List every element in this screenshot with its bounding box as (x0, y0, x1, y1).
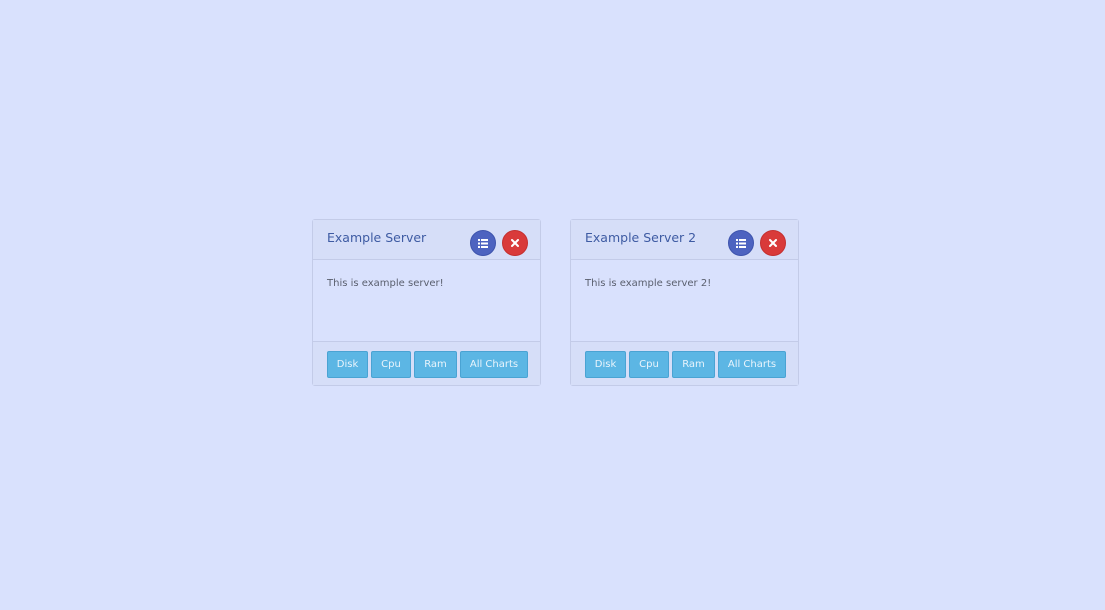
server-description: This is example server 2! (585, 278, 712, 289)
cpu-button[interactable]: Cpu (371, 351, 411, 378)
close-button[interactable] (760, 230, 786, 256)
list-button[interactable] (470, 230, 496, 256)
server-card-footer: Disk Cpu Ram All Charts (313, 341, 540, 385)
ram-button[interactable]: Ram (414, 351, 457, 378)
server-card-header: Example Server 2 (571, 220, 798, 260)
all-charts-button[interactable]: All Charts (460, 351, 528, 378)
server-title: Example Server 2 (585, 230, 697, 245)
cpu-button[interactable]: Cpu (629, 351, 669, 378)
disk-button[interactable]: Disk (585, 351, 626, 378)
list-icon (736, 238, 746, 248)
server-card-body: This is example server 2! (571, 260, 798, 341)
list-icon (478, 238, 488, 248)
server-card: Example Server This is example server! D… (312, 219, 541, 386)
ram-button[interactable]: Ram (672, 351, 715, 378)
server-card-body: This is example server! (313, 260, 540, 341)
close-button[interactable] (502, 230, 528, 256)
server-description: This is example server! (327, 278, 444, 289)
server-card: Example Server 2 This is example server … (570, 219, 799, 386)
disk-button[interactable]: Disk (327, 351, 368, 378)
list-button[interactable] (728, 230, 754, 256)
server-title: Example Server (327, 230, 427, 245)
all-charts-button[interactable]: All Charts (718, 351, 786, 378)
server-card-footer: Disk Cpu Ram All Charts (571, 341, 798, 385)
close-icon (511, 239, 519, 247)
close-icon (769, 239, 777, 247)
server-card-header: Example Server (313, 220, 540, 260)
